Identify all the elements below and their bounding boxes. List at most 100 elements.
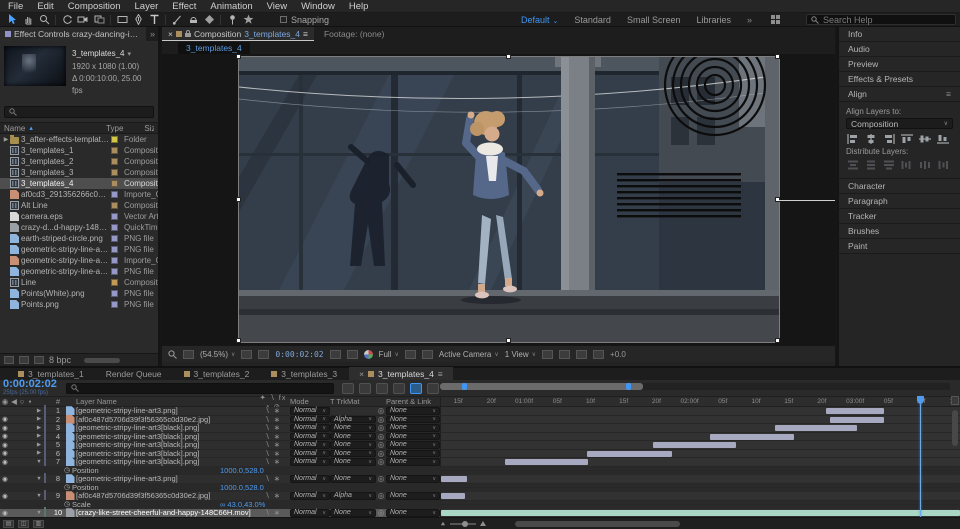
type-tool[interactable] <box>146 14 162 26</box>
playhead-line[interactable] <box>920 396 921 517</box>
parent-dropdown[interactable]: None <box>386 450 440 458</box>
interpret-footage-icon[interactable] <box>4 356 14 364</box>
monitor-icon[interactable] <box>183 350 194 359</box>
exposure-value[interactable]: +0.0 <box>610 350 626 359</box>
align-right-icon[interactable] <box>882 133 895 144</box>
layer-duration-bar[interactable] <box>441 476 467 482</box>
project-item[interactable]: Points(White).pngPNG file <box>0 288 158 299</box>
zoom-out-icon[interactable] <box>441 522 445 526</box>
layer-track[interactable] <box>440 458 960 467</box>
twirl-icon[interactable]: ▶ <box>34 416 44 422</box>
color-depth-label[interactable]: 8 bpc <box>49 355 71 365</box>
layer-track[interactable] <box>440 424 960 433</box>
parent-dropdown[interactable]: None <box>386 407 440 415</box>
menu-edit[interactable]: Edit <box>37 1 53 12</box>
twirl-icon[interactable]: ▼ <box>34 459 44 465</box>
blend-mode-dropdown[interactable]: Normal <box>290 424 330 432</box>
parent-dropdown[interactable]: None <box>386 458 440 466</box>
align-v-center-icon[interactable] <box>918 133 931 144</box>
hand-tool[interactable] <box>20 14 36 26</box>
timeline-tab[interactable]: 3_templates_2 <box>174 367 260 381</box>
eye-icon[interactable]: ◉ <box>0 424 10 432</box>
graph-editor-icon[interactable] <box>427 383 439 394</box>
layer-duration-bar[interactable] <box>775 425 858 431</box>
eye-icon[interactable]: ◉ <box>0 509 10 517</box>
composition-stage[interactable] <box>162 54 835 345</box>
selected-comp-name[interactable]: 3_templates_4 <box>72 48 154 61</box>
project-item[interactable]: geometric-stripy-line-art3.pngPNG file <box>0 266 158 277</box>
twirl-icon[interactable]: ▶ <box>34 433 44 439</box>
flowchart-icon[interactable] <box>593 350 604 359</box>
project-item[interactable]: 3_templates_3Composition <box>0 167 158 178</box>
label-color-chip[interactable] <box>111 147 118 154</box>
layer-duration-bar[interactable] <box>441 510 960 516</box>
eye-icon[interactable]: ◉ <box>0 432 10 440</box>
project-item[interactable]: geometric-stripy-line-art3.jpgImporte_G <box>0 255 158 266</box>
trkmat-column[interactable]: T TrkMat <box>330 397 376 406</box>
panel-paragraph[interactable]: Paragraph <box>839 194 960 209</box>
pixel-aspect-icon[interactable] <box>542 350 553 359</box>
selection-handle[interactable] <box>236 54 241 59</box>
layer-duration-bar[interactable] <box>587 451 672 457</box>
selection-handle[interactable] <box>775 338 780 343</box>
rotation-tool[interactable] <box>59 14 75 26</box>
parent-link-column[interactable]: Parent & Link <box>386 397 440 406</box>
selection-tool[interactable] <box>4 14 20 26</box>
align-top-icon[interactable] <box>900 133 913 144</box>
lock-icon[interactable] <box>185 30 191 37</box>
twirl-icon[interactable]: ▼ <box>34 493 44 499</box>
layer-track[interactable] <box>440 450 960 459</box>
project-item[interactable]: crazy-d...d-happy-148C06H.movQuickTime <box>0 222 158 233</box>
timeline-tab-render-queue[interactable]: Render Queue <box>96 367 172 381</box>
timeline-tab-active[interactable]: ×3_templates_4≡ <box>349 367 453 381</box>
selection-handle[interactable] <box>236 338 241 343</box>
expand-transfer-controls-icon[interactable]: ◫ <box>18 520 29 528</box>
project-item-selected[interactable]: 3_templates_4Composition <box>0 178 158 189</box>
menu-effect[interactable]: Effect <box>172 1 196 12</box>
pickwhip-icon[interactable]: ◎ <box>376 508 386 517</box>
parent-dropdown[interactable]: None <box>386 441 440 449</box>
parent-dropdown[interactable]: None <box>386 475 440 483</box>
snapping-toggle[interactable]: Snapping <box>280 15 329 25</box>
layer-track[interactable] <box>440 492 960 501</box>
audio-column-icon[interactable]: ◀ <box>10 397 18 406</box>
layer-duration-bar[interactable] <box>710 434 795 440</box>
mode-column[interactable]: Mode <box>290 397 330 406</box>
project-scrollbar[interactable] <box>84 358 120 363</box>
hide-shy-layers-icon[interactable] <box>376 383 388 394</box>
workspace-default[interactable]: Default <box>521 15 558 25</box>
workspace-libraries[interactable]: Libraries <box>696 15 731 25</box>
menu-composition[interactable]: Composition <box>68 1 121 12</box>
label-color-chip[interactable] <box>111 235 118 242</box>
eye-icon[interactable]: ◉ <box>0 492 10 500</box>
puppet-pin-tool[interactable] <box>224 14 240 26</box>
trkmat-dropdown[interactable]: None <box>330 424 376 432</box>
eye-icon[interactable]: ◉ <box>0 441 10 449</box>
panel-character[interactable]: Character <box>839 179 960 194</box>
pan-behind-tool[interactable] <box>91 14 107 26</box>
selection-handle[interactable] <box>506 54 511 59</box>
layer-duration-bar[interactable] <box>505 459 588 465</box>
panel-effects-presets[interactable]: Effects & Presets <box>839 72 960 87</box>
project-item[interactable]: geometric-stripy-line-art3[black].pngPNG… <box>0 244 158 255</box>
eye-icon[interactable]: ◉ <box>0 449 10 457</box>
parent-dropdown[interactable]: None <box>386 509 440 517</box>
menu-file[interactable]: File <box>8 1 23 12</box>
time-ruler[interactable]: 15f 20f 01:00f 05f 10f 15f 20f 02:00f 05… <box>440 397 960 406</box>
twirl-icon[interactable]: ▶ <box>34 408 44 414</box>
camera-dropdown[interactable]: Active Camera <box>439 350 499 359</box>
layer-track[interactable] <box>440 407 960 416</box>
magnifier-icon[interactable] <box>168 350 177 359</box>
label-color-chip[interactable] <box>111 136 118 143</box>
solo-column-icon[interactable]: ○ <box>18 397 26 406</box>
parent-dropdown[interactable]: None <box>386 492 440 500</box>
blend-mode-dropdown[interactable]: Normal <box>290 492 330 500</box>
blend-mode-dropdown[interactable]: Normal <box>290 458 330 466</box>
timeline-horizontal-scrollbar[interactable] <box>515 521 680 527</box>
motion-sketch-tool[interactable] <box>240 14 256 26</box>
magnification-dropdown[interactable]: (54.5%) <box>200 350 235 359</box>
panel-menu-icon[interactable]: ≡ <box>303 29 308 39</box>
menu-window[interactable]: Window <box>301 1 335 12</box>
align-bottom-icon[interactable] <box>936 133 949 144</box>
parent-dropdown[interactable]: None <box>386 433 440 441</box>
